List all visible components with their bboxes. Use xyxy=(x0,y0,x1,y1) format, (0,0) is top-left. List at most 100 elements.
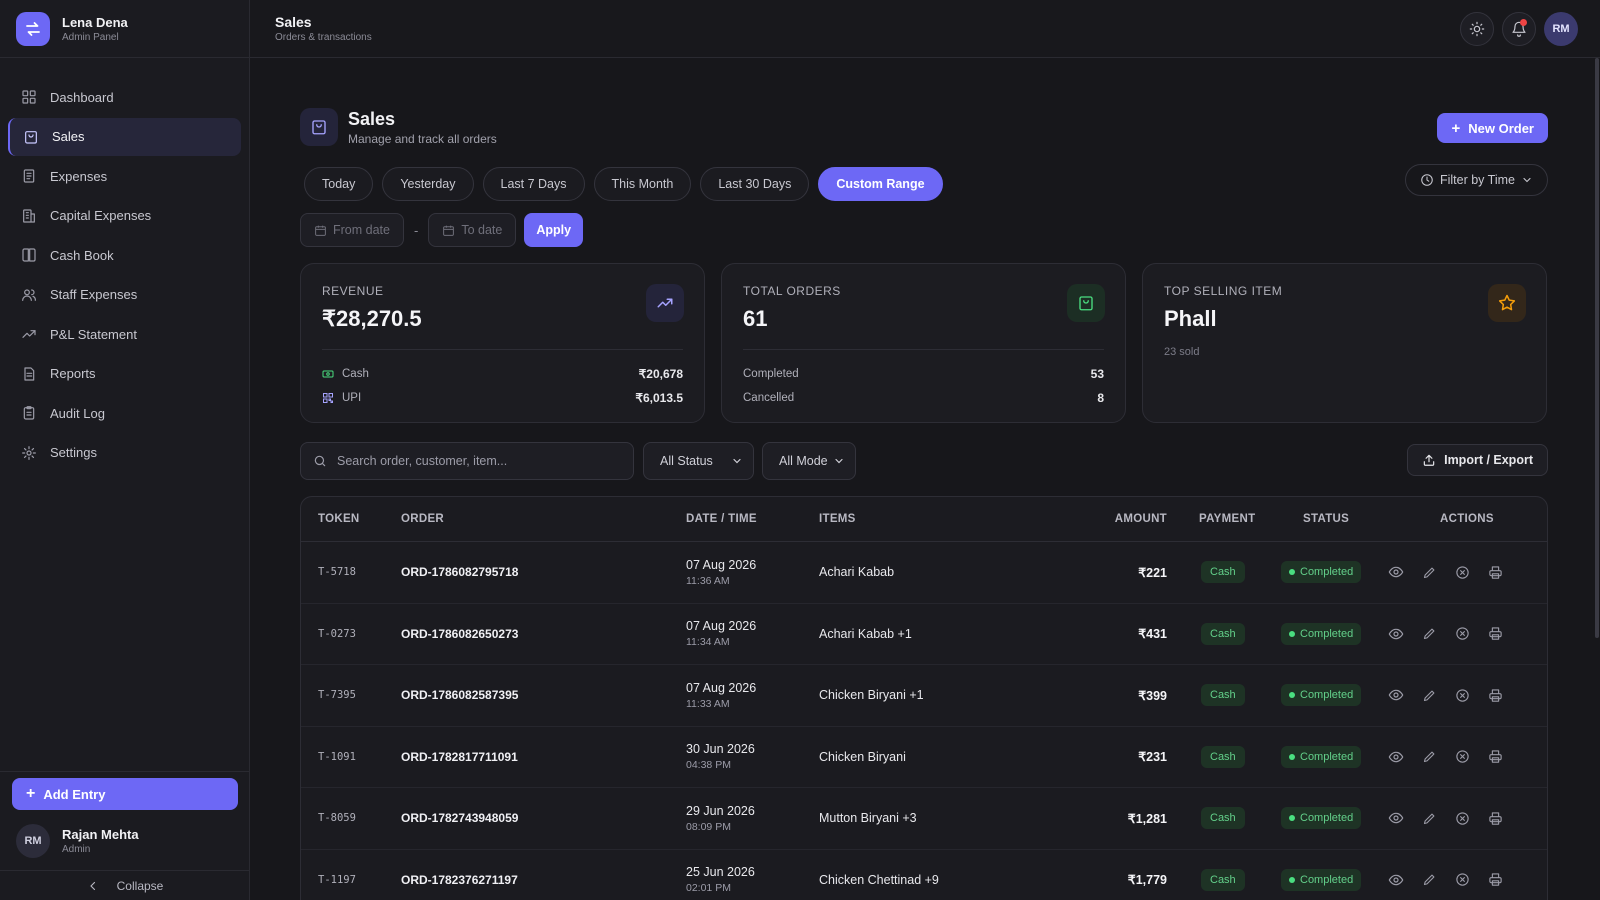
sidebar-item-dashboard[interactable]: Dashboard xyxy=(8,78,241,116)
edit-button[interactable] xyxy=(1419,870,1439,890)
sidebar-item-expenses[interactable]: Expenses xyxy=(8,157,241,195)
edit-button[interactable] xyxy=(1419,747,1439,767)
sidebar-item-pl-statement[interactable]: P&L Statement xyxy=(8,315,241,353)
cancel-order-button[interactable] xyxy=(1452,624,1472,644)
calendar-icon xyxy=(442,224,455,237)
tab-yesterday[interactable]: Yesterday xyxy=(382,167,474,201)
sidebar-item-cash-book[interactable]: Cash Book xyxy=(8,236,241,274)
view-button[interactable] xyxy=(1386,870,1406,890)
cancel-order-button[interactable] xyxy=(1452,870,1472,890)
status-select[interactable]: All Status xyxy=(643,442,754,480)
print-button[interactable] xyxy=(1485,624,1505,644)
scrollbar[interactable] xyxy=(1594,58,1600,900)
cancel-order-button[interactable] xyxy=(1452,562,1472,582)
user-profile[interactable]: RM Rajan Mehta Admin xyxy=(0,810,250,866)
table-row[interactable]: T-5718 ORD-1786082795718 07 Aug 2026 11:… xyxy=(301,542,1547,604)
to-date-placeholder: To date xyxy=(461,223,503,237)
eye-icon xyxy=(1388,874,1404,886)
eye-icon xyxy=(1388,689,1404,701)
date-time-cell: 07 Aug 2026 11:33 AM xyxy=(686,665,756,726)
order-id-cell[interactable]: ORD-1782743948059 xyxy=(401,788,518,849)
column-header-status[interactable]: STATUS xyxy=(1303,497,1349,541)
table-row[interactable]: T-1091 ORD-1782817711091 30 Jun 2026 04:… xyxy=(301,727,1547,788)
table-row[interactable]: T-1197 ORD-1782376271197 25 Jun 2026 02:… xyxy=(301,850,1547,900)
table-row[interactable]: T-8059 ORD-1782743948059 29 Jun 2026 08:… xyxy=(301,788,1547,850)
view-button[interactable] xyxy=(1386,808,1406,828)
print-button[interactable] xyxy=(1485,747,1505,767)
order-id-cell[interactable]: ORD-1786082795718 xyxy=(401,542,518,603)
payment-badge: Cash xyxy=(1201,561,1245,584)
x-circle-icon xyxy=(1455,812,1469,825)
amount-cell: ₹231 xyxy=(1138,750,1167,765)
sidebar-item-staff-expenses[interactable]: Staff Expenses xyxy=(8,276,241,314)
collapse-button[interactable]: Collapse xyxy=(0,870,250,900)
status-badge: Completed xyxy=(1281,561,1362,584)
row-value: ₹6,013.5 xyxy=(635,391,683,405)
view-button[interactable] xyxy=(1386,747,1406,767)
order-id-cell[interactable]: ORD-1786082587395 xyxy=(401,665,518,726)
sidebar-item-capital-expenses[interactable]: Capital Expenses xyxy=(8,197,241,235)
from-date-placeholder: From date xyxy=(333,223,390,237)
trend-up-icon xyxy=(646,284,684,322)
from-date-input[interactable]: From date xyxy=(300,213,404,247)
sidebar-item-sales[interactable]: Sales xyxy=(8,117,241,156)
sidebar-item-settings[interactable]: Settings xyxy=(8,434,241,472)
print-button[interactable] xyxy=(1485,562,1505,582)
apply-button[interactable]: Apply xyxy=(524,213,584,247)
view-button[interactable] xyxy=(1386,624,1406,644)
card-label: Total Orders xyxy=(743,284,841,298)
items-cell: Achari Kabab +1 xyxy=(819,626,912,641)
view-button[interactable] xyxy=(1386,562,1406,582)
payment-badge: Cash xyxy=(1201,622,1245,645)
table-row[interactable]: T-7395 ORD-1786082587395 07 Aug 2026 11:… xyxy=(301,665,1547,727)
new-order-button[interactable]: + New Order xyxy=(1437,113,1548,143)
tab-custom-range[interactable]: Custom Range xyxy=(818,167,943,201)
brand[interactable]: Lena Dena Admin Panel xyxy=(0,0,249,58)
column-header-token[interactable]: TOKEN xyxy=(318,497,360,541)
order-date: 29 Jun 2026 xyxy=(686,803,755,818)
cancel-order-button[interactable] xyxy=(1452,808,1472,828)
print-button[interactable] xyxy=(1485,685,1505,705)
scrollbar-thumb[interactable] xyxy=(1595,58,1599,638)
cancel-order-button[interactable] xyxy=(1452,685,1472,705)
to-date-input[interactable]: To date xyxy=(428,213,517,247)
topbar-subtitle: Orders & transactions xyxy=(275,32,372,43)
order-id-cell[interactable]: ORD-1782376271197 xyxy=(401,850,518,900)
print-button[interactable] xyxy=(1485,808,1505,828)
clock-icon xyxy=(1420,173,1434,187)
table-toolbar: Search order, customer, item... All Stat… xyxy=(300,442,1548,480)
pencil-icon xyxy=(1423,751,1434,763)
filter-by-time-dropdown[interactable]: Filter by Time xyxy=(1404,164,1548,196)
tab-last-30-days[interactable]: Last 30 Days xyxy=(700,167,810,201)
import-export-button[interactable]: Import / Export xyxy=(1407,444,1548,476)
date-time-cell: 25 Jun 2026 02:01 PM xyxy=(686,850,755,900)
theme-toggle-button[interactable] xyxy=(1460,12,1494,46)
tab-this-month[interactable]: This Month xyxy=(593,167,692,201)
tab-today[interactable]: Today xyxy=(304,167,374,201)
add-entry-button[interactable]: + Add Entry xyxy=(12,778,238,810)
view-button[interactable] xyxy=(1386,685,1406,705)
eye-icon xyxy=(1388,812,1404,824)
notifications-button[interactable] xyxy=(1502,12,1536,46)
edit-button[interactable] xyxy=(1419,562,1439,582)
column-header-date-time[interactable]: DATE / TIME xyxy=(686,497,757,541)
print-button[interactable] xyxy=(1485,870,1505,890)
column-header-order[interactable]: ORDER xyxy=(401,497,444,541)
mode-select[interactable]: All Mode xyxy=(762,442,856,480)
tab-last-7-days[interactable]: Last 7 Days xyxy=(482,167,585,201)
edit-button[interactable] xyxy=(1419,808,1439,828)
search-input[interactable]: Search order, customer, item... xyxy=(300,442,634,480)
edit-button[interactable] xyxy=(1419,624,1439,644)
order-id-cell[interactable]: ORD-1786082650273 xyxy=(401,604,518,665)
sidebar-item-audit-log[interactable]: Audit Log xyxy=(8,394,241,432)
column-header-items[interactable]: ITEMS xyxy=(819,497,856,541)
table-row[interactable]: T-0273 ORD-1786082650273 07 Aug 2026 11:… xyxy=(301,604,1547,665)
cancel-order-button[interactable] xyxy=(1452,747,1472,767)
sidebar-item-reports[interactable]: Reports xyxy=(8,355,241,393)
edit-button[interactable] xyxy=(1419,685,1439,705)
avatar[interactable]: RM xyxy=(1544,12,1578,46)
column-header-amount[interactable]: AMOUNT xyxy=(1115,497,1167,541)
column-header-payment[interactable]: PAYMENT xyxy=(1199,497,1255,541)
column-header-actions: ACTIONS xyxy=(1440,513,1494,525)
order-id-cell[interactable]: ORD-1782817711091 xyxy=(401,727,518,788)
